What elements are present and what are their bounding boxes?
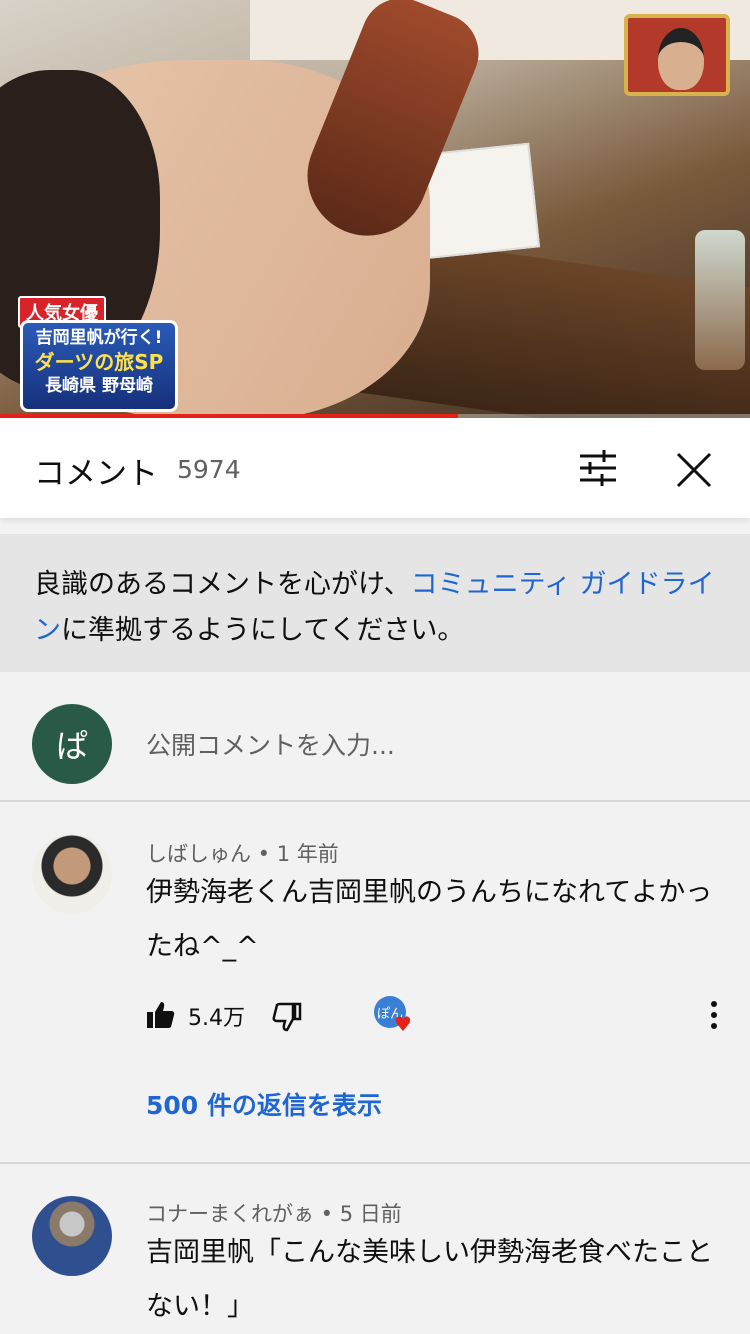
comment-meta: しばしゅん • 1 年前 [146,842,339,866]
view-replies-link[interactable]: 500 件の返信を表示 [146,1086,382,1122]
caption-line-3: 長崎県 野母崎 [45,376,153,396]
caption-box: 吉岡里帆が行く! ダーツの旅SP 長崎県 野母崎 [20,320,178,412]
like-icon[interactable] [146,1000,176,1030]
more-options-icon[interactable] [706,998,722,1032]
comments-count: 5974 [177,455,241,484]
comment-author[interactable]: しばしゅん [146,842,251,866]
dislike-icon[interactable] [272,1002,302,1032]
comment-age: 1 年前 [276,842,339,866]
video-caption-graphic: 人気女優 吉岡里帆が行く! ダーツの旅SP 長崎県 野母崎 [18,296,180,412]
close-icon[interactable] [672,448,716,492]
comment-meta: コナーまくれがぁ • 5 日前 [146,1202,402,1226]
comment-text: 伊勢海老くん吉岡里帆のうんちになれてよかったね^_^ [146,877,713,962]
caption-line-1: 吉岡里帆が行く! [35,328,163,348]
video-player[interactable]: 人気女優 吉岡里帆が行く! ダーツの旅SP 長崎県 野母崎 [0,0,750,418]
guideline-text-after: に準拠するようにしてください。 [61,615,465,646]
commenter-avatar[interactable] [32,1196,112,1276]
community-guideline-notice: 良識のあるコメントを心がけ、コミュニティ ガイドラインに準拠するようにしてくださ… [0,534,750,672]
comment-age: 5 日前 [339,1202,402,1226]
sort-filter-icon[interactable] [576,448,620,488]
heart-icon: ♥ [394,1012,412,1036]
creator-heart-badge: ぽん ♥ [374,996,414,1036]
commenter-avatar[interactable] [32,834,112,914]
comment-item: しばしゅん • 1 年前 伊勢海老くん吉岡里帆のうんちになれてよかったね^_^ … [0,802,750,1162]
video-bottle [695,230,745,370]
video-inset-wipe [624,14,730,96]
comment-composer[interactable]: ぱ 公開コメントを入力... [0,672,750,800]
like-count: 5.4万 [188,1006,245,1031]
comments-header: コメント 5974 [0,418,750,518]
caption-line-2: ダーツの旅SP [34,350,164,374]
guideline-text-before: 良識のあるコメントを心がけ、 [34,569,411,600]
comment-author[interactable]: コナーまくれがぁ [146,1202,314,1226]
comment-input[interactable]: 公開コメントを入力... [146,726,395,762]
comment-item: コナーまくれがぁ • 5 日前 吉岡里帆「こんな美味しい伊勢海老食べたことない！… [0,1164,750,1334]
video-inset-face [658,28,704,90]
comments-title: コメント [34,456,158,492]
comment-text: 吉岡里帆「こんな美味しい伊勢海老食べたことない！」 [146,1237,713,1322]
comment-actions: 5.4万 ぽん ♥ [146,996,736,1036]
user-avatar: ぱ [32,704,112,784]
